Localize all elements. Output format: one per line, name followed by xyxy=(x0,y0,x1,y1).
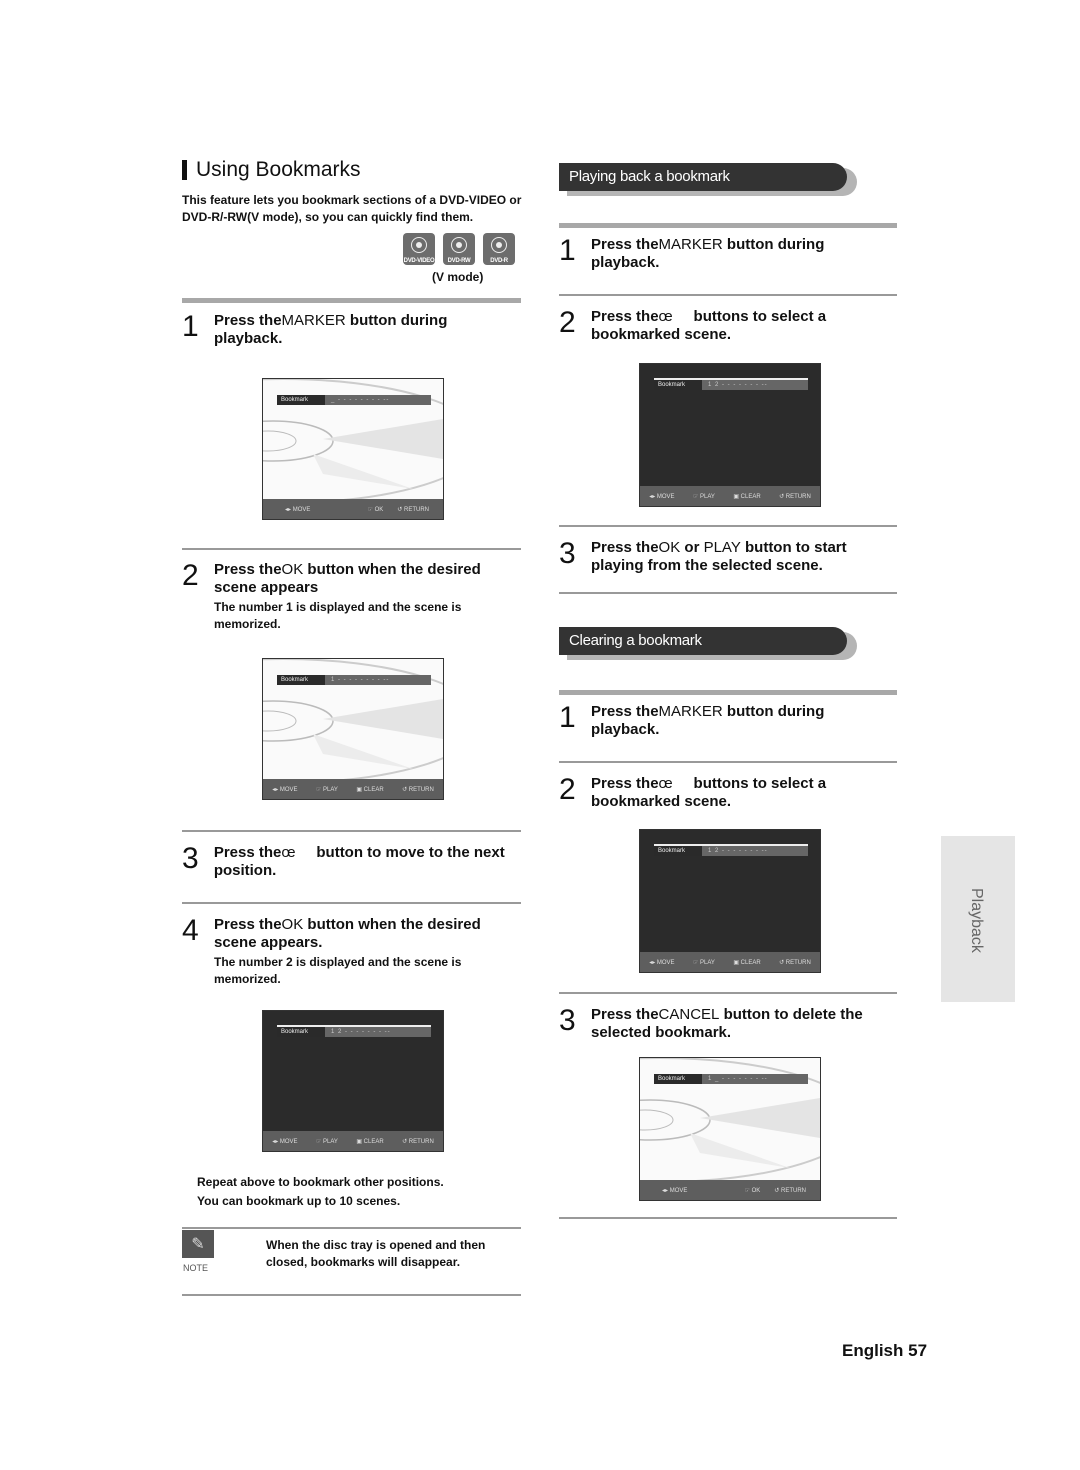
left-step-2: 2 Press theOK button when the desired sc… xyxy=(182,559,481,632)
section-header-clearing: Clearing a bookmark xyxy=(559,627,857,660)
left-step-4: 4 Press theOK button when the desired sc… xyxy=(182,914,481,987)
page-title-text: Using Bookmarks xyxy=(196,158,361,181)
osd-screen-6: Bookmark 1 _ - - - - - - - -- ◂▸ MOVE ☞ OK… xyxy=(639,1057,821,1201)
divider xyxy=(182,1294,521,1296)
arrow-key-glyph: œ xyxy=(658,308,673,325)
osd-screen-3: Bookmark 1 2 - - - - - - - -- ◂▸ MOVE ☞ PL… xyxy=(262,1010,444,1152)
dvd-rw-icon: DVD-RW xyxy=(443,233,475,265)
side-tab-playback: Playback xyxy=(941,836,1015,1002)
divider xyxy=(559,690,897,695)
divider xyxy=(559,294,897,296)
disc-type-icons: DVD-VIDEO DVD-RW DVD-R xyxy=(403,233,515,265)
divider xyxy=(559,1217,897,1219)
divider xyxy=(182,902,521,904)
clear-step-3: 3 Press theCANCEL button to delete the s… xyxy=(559,1004,863,1042)
osd-screen-5: Bookmark 1 2 - - - - - - - -- ◂▸ MOVE ☞ PL… xyxy=(639,829,821,973)
note-label: NOTE xyxy=(183,1263,209,1273)
page-title: Using Bookmarks xyxy=(182,158,361,182)
dvd-video-icon: DVD-VIDEO xyxy=(403,233,435,265)
osd-screen-1: Bookmark _ - - - - - - - - -- ◂▸ MOVE ☞ OK… xyxy=(262,378,444,520)
clear-step-1: 1 Press theMARKER button during playback… xyxy=(559,701,825,739)
divider xyxy=(559,223,897,228)
intro-text: This feature lets you bookmark sections … xyxy=(182,193,522,224)
play-step-3: 3 Press theOK or PLAY button to start pl… xyxy=(559,537,847,575)
title-bar xyxy=(182,160,187,180)
play-step-1: 1 Press theMARKER button during playback… xyxy=(559,234,825,272)
left-step-3: 3 Press theœ button to move to the next … xyxy=(182,842,509,880)
left-step-1: 1 Press theMARKER button during playback… xyxy=(182,310,448,348)
divider xyxy=(182,830,521,832)
divider xyxy=(559,761,897,763)
divider xyxy=(182,298,521,303)
osd-screen-4: Bookmark 1 2 - - - - - - - -- ◂▸ MOVE ☞ PL… xyxy=(639,363,821,507)
divider xyxy=(559,592,897,594)
page-footer: English 57 xyxy=(842,1341,928,1360)
note-text: When the disc tray is opened and then cl… xyxy=(266,1238,486,1269)
osd-screen-2: Bookmark 1 - - - - - - - - -- ◂▸ MOVE ☞ PL… xyxy=(262,658,444,800)
clear-step-2: 2 Press theœ buttons to select a bookmar… xyxy=(559,773,831,811)
divider xyxy=(559,525,897,527)
divider xyxy=(182,548,521,550)
vmode-label: (V mode) xyxy=(432,270,484,284)
arrow-key-glyph: œ xyxy=(658,775,673,792)
pencil-icon: ✎ xyxy=(182,1230,214,1258)
arrow-key-glyph: œ xyxy=(281,844,296,861)
repeat-note: Repeat above to bookmark other positions… xyxy=(197,1175,444,1208)
divider xyxy=(559,992,897,994)
play-step-2: 2 Press theœ buttons to select a bookmar… xyxy=(559,306,831,344)
divider xyxy=(182,1227,521,1229)
section-header-playing-back: Playing back a bookmark xyxy=(559,163,857,196)
dvd-r-icon: DVD-R xyxy=(483,233,515,265)
